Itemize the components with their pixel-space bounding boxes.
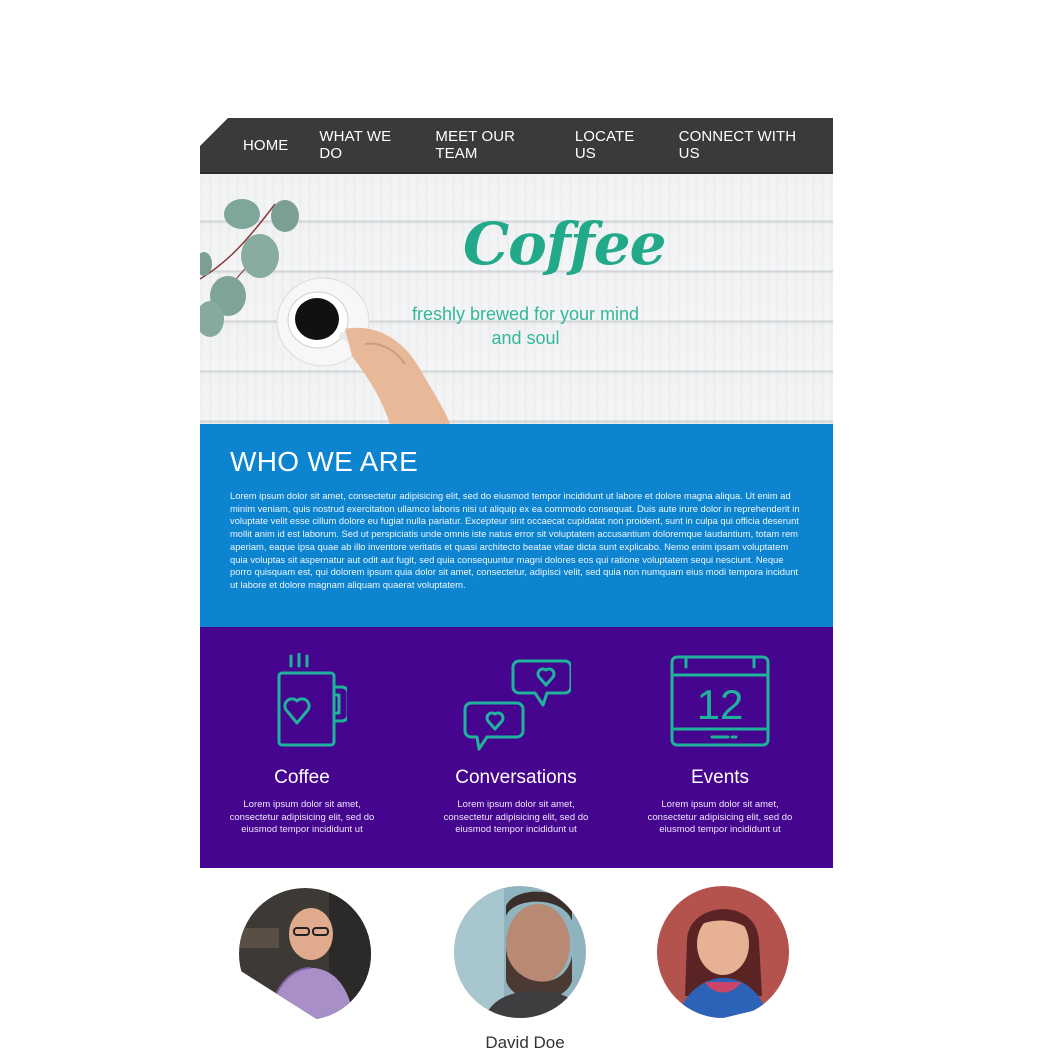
hero-subtitle: freshly brewed for your mind and soul (411, 304, 640, 348)
nav-connect-with-us-link[interactable]: CONNECT WITH US (679, 128, 803, 162)
feature-coffee-text: Lorem ipsum dolor sit amet, consectetur … (229, 799, 375, 835)
nav-locate-us-link[interactable]: LOCATE US (575, 128, 649, 162)
feature-coffee-title: Coffee (274, 767, 330, 788)
team-member-avatar-2[interactable] (454, 886, 586, 1018)
hero-title: Coffee (463, 210, 667, 278)
chat-bubbles-heart-icon (463, 659, 571, 751)
calendar-day-number: 12 (697, 681, 744, 728)
feature-events-title: Events (690, 767, 750, 788)
page-container: HOME WHAT WE DO MEET OUR TEAM LOCATE US … (200, 118, 833, 868)
feature-conversations-title: Conversations (455, 767, 577, 788)
nav-home-link[interactable]: HOME (243, 137, 288, 154)
calendar-icon: 12 (670, 655, 770, 747)
who-we-are-heading: WHO WE ARE (230, 446, 419, 477)
feature-events: 12 Events Lorem ipsum dolor sit amet, co… (620, 653, 820, 837)
nav-what-we-do-link[interactable]: WHAT WE DO (319, 128, 405, 162)
nav-meet-our-team-link[interactable]: MEET OUR TEAM (435, 128, 544, 162)
coffee-mug-heart-icon (277, 653, 347, 747)
feature-events-text: Lorem ipsum dolor sit amet, consectetur … (647, 799, 793, 835)
team-member-avatar-1[interactable] (239, 888, 371, 1020)
team-member-name: David Doe (485, 1033, 565, 1052)
feature-coffee: Coffee Lorem ipsum dolor sit amet, conse… (202, 653, 402, 837)
feature-conversations: Conversations Lorem ipsum dolor sit amet… (416, 653, 616, 837)
who-we-are-section: WHO WE ARE Lorem ipsum dolor sit amet, c… (200, 424, 833, 627)
team-member-photo-2 (454, 886, 586, 1018)
hero-banner: Coffee freshly brewed for your mind and … (200, 174, 833, 424)
main-nav: HOME WHAT WE DO MEET OUR TEAM LOCATE US … (200, 118, 833, 174)
features-section: Coffee Lorem ipsum dolor sit amet, conse… (200, 627, 833, 868)
who-we-are-text: Lorem ipsum dolor sit amet, consectetur … (230, 490, 800, 590)
feature-conversations-text: Lorem ipsum dolor sit amet, consectetur … (443, 799, 589, 835)
team-member-avatar-3[interactable] (657, 886, 789, 1018)
team-member-photo-3 (657, 886, 789, 1018)
team-member-photo-1 (239, 888, 371, 1020)
